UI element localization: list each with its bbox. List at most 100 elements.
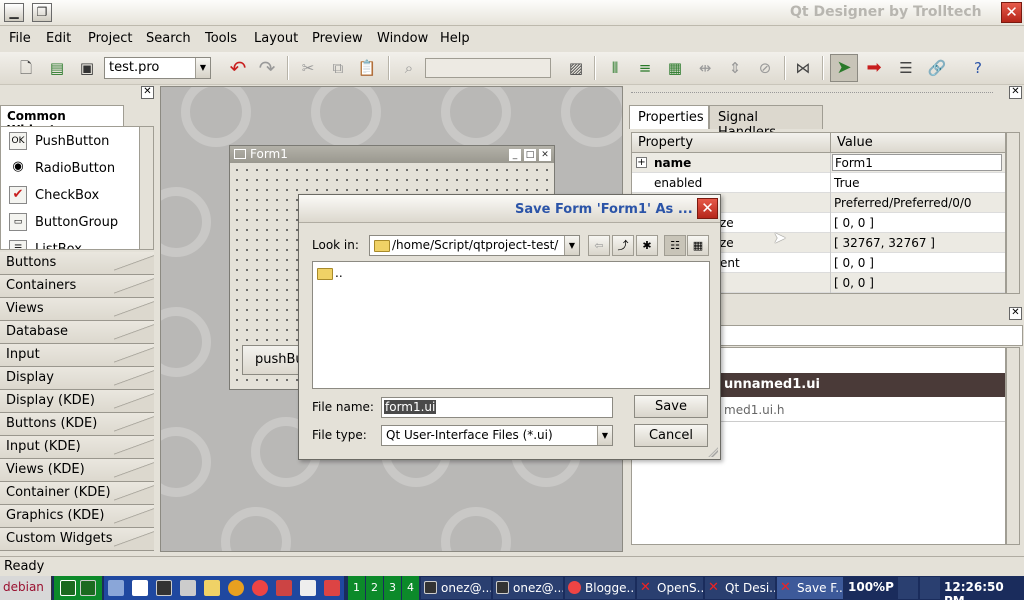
desktop-2[interactable]: 2 — [366, 576, 383, 600]
widget-radiobutton[interactable]: ◉ RadioButton — [9, 157, 115, 179]
files-scrollbar[interactable] — [1006, 347, 1020, 545]
list-view-icon[interactable]: ☷ — [664, 235, 686, 256]
save-button[interactable]: Save — [634, 395, 708, 418]
file-name-input[interactable]: form1.ui — [381, 397, 613, 418]
hspacer-icon[interactable]: ⇹ — [693, 56, 717, 80]
new-file-icon[interactable]: 🗋 — [14, 56, 38, 80]
media-icon[interactable] — [228, 580, 244, 596]
preview-icon[interactable]: ▨ — [564, 56, 588, 80]
menu-file[interactable]: File — [9, 31, 31, 46]
column-header-value[interactable]: Value — [831, 133, 1005, 153]
expand-icon[interactable]: + — [636, 157, 647, 168]
layout-vertical-icon[interactable]: ≡ — [633, 56, 657, 80]
category-display-kde[interactable]: Display (KDE) — [0, 390, 154, 413]
file-type-combo[interactable]: Qt User-Interface Files (*.ui) ▼ — [381, 425, 613, 446]
category-input[interactable]: Input — [0, 344, 154, 367]
start-menu-button[interactable]: debian — [0, 576, 52, 600]
menu-layout[interactable]: Layout — [254, 31, 298, 46]
property-row[interactable]: + name Form1 — [632, 153, 1005, 173]
tab-properties[interactable]: Properties — [629, 105, 709, 129]
close-icon[interactable]: ✕ — [1009, 86, 1022, 99]
category-views[interactable]: Views — [0, 298, 154, 321]
menu-preview[interactable]: Preview — [312, 31, 363, 46]
minimize-icon[interactable]: ▁ — [4, 3, 24, 22]
cancel-button[interactable]: Cancel — [634, 424, 708, 447]
category-buttons-kde[interactable]: Buttons (KDE) — [0, 413, 154, 436]
editor-icon[interactable] — [180, 580, 196, 596]
menu-window[interactable]: Window — [377, 31, 428, 46]
close-window-button[interactable]: ✕ — [1001, 2, 1022, 23]
show-desktop-icon[interactable] — [80, 580, 96, 596]
close-icon[interactable]: ✕ — [141, 86, 154, 99]
property-row[interactable]: enabled True — [632, 173, 1005, 193]
parent-directory-icon[interactable]: ⤴ — [612, 235, 634, 256]
computer-icon[interactable] — [108, 580, 124, 596]
open-file-icon[interactable]: ▤ — [45, 56, 69, 80]
connect-icon[interactable]: ➡ — [862, 56, 886, 80]
close-icon[interactable]: ✕ — [539, 149, 551, 161]
notes-icon[interactable] — [300, 580, 316, 596]
column-header-property[interactable]: Property — [632, 133, 831, 153]
close-icon[interactable]: ✕ — [1009, 307, 1022, 320]
dialog-titlebar[interactable]: Save Form 'Form1' As ... ✕ — [299, 195, 720, 223]
clock[interactable]: 12:26:50 PM — [944, 580, 1024, 600]
restore-icon[interactable]: ❐ — [32, 3, 52, 22]
project-combo[interactable]: test.pro ▼ — [104, 57, 211, 79]
window-icon[interactable] — [132, 580, 148, 596]
tab-signal-handlers[interactable]: Signal Handlers — [709, 105, 823, 140]
menu-tools[interactable]: Tools — [205, 31, 237, 46]
widget-buttongroup[interactable]: ▭ ButtonGroup — [9, 211, 118, 233]
category-database[interactable]: Database — [0, 321, 154, 344]
cut-icon[interactable]: ✂ — [296, 56, 320, 80]
menu-edit[interactable]: Edit — [46, 31, 71, 46]
find-icon[interactable]: ⌕ — [397, 56, 421, 80]
common-widgets-scrollbar[interactable] — [139, 127, 153, 249]
layout-horizontal-icon[interactable]: ⦀ — [603, 56, 627, 80]
widget-listbox[interactable]: ☰ ListBox — [9, 238, 82, 249]
buddy-icon[interactable]: 🔗 — [925, 56, 949, 80]
paste-icon[interactable]: 📋 — [355, 56, 379, 80]
category-input-kde[interactable]: Input (KDE) — [0, 436, 154, 459]
category-buttons[interactable]: Buttons — [0, 252, 154, 275]
new-folder-icon[interactable]: ✱ — [636, 235, 658, 256]
desktop-4[interactable]: 4 — [402, 576, 419, 600]
category-display[interactable]: Display — [0, 367, 154, 390]
maximize-icon[interactable]: □ — [524, 149, 536, 161]
resize-grip[interactable] — [708, 447, 718, 457]
minimize-icon[interactable]: _ — [509, 149, 521, 161]
back-icon[interactable]: ⇦ — [588, 235, 610, 256]
terminal-icon[interactable] — [60, 580, 76, 596]
category-containers[interactable]: Containers — [0, 275, 154, 298]
property-value-input[interactable]: Form1 — [832, 154, 1002, 171]
menu-project[interactable]: Project — [88, 31, 132, 46]
widget-pushbutton[interactable]: OK PushButton — [9, 130, 109, 152]
tool-icon[interactable] — [324, 580, 340, 596]
task-terminal-1[interactable]: onez@... — [421, 577, 491, 599]
whats-this-icon[interactable]: ? — [966, 56, 990, 80]
app-icon[interactable] — [276, 580, 292, 596]
task-terminal-2[interactable]: onez@... — [493, 577, 563, 599]
redo-icon[interactable]: ↷ — [255, 56, 279, 80]
layout-grid-icon[interactable]: ▦ — [663, 56, 687, 80]
file-browser-view[interactable]: .. — [312, 261, 710, 389]
desktop-1[interactable]: 1 — [348, 576, 365, 600]
widget-checkbox[interactable]: ✔ CheckBox — [9, 184, 99, 206]
tab-order-icon[interactable]: ☰ — [894, 56, 918, 80]
properties-scrollbar[interactable] — [1006, 132, 1020, 294]
save-file-icon[interactable]: ▣ — [75, 56, 99, 80]
tab-common-widgets[interactable]: Common Widgets — [0, 105, 124, 137]
browser-icon[interactable] — [252, 580, 268, 596]
vspacer-icon[interactable]: ⇕ — [723, 56, 747, 80]
detail-view-icon[interactable]: ▦ — [687, 235, 709, 256]
desktop-3[interactable]: 3 — [384, 576, 401, 600]
category-graphics-kde[interactable]: Graphics (KDE) — [0, 505, 154, 528]
copy-icon[interactable]: ⧉ — [326, 56, 350, 80]
task-browser[interactable]: Blogge... — [565, 577, 635, 599]
menu-help[interactable]: Help — [440, 31, 470, 46]
task-qt-designer[interactable]: ✕ Qt Desi... — [705, 577, 775, 599]
parent-directory-entry[interactable]: .. — [335, 266, 343, 280]
category-views-kde[interactable]: Views (KDE) — [0, 459, 154, 482]
look-in-combo[interactable]: /home/Script/qtproject-test/ ▼ — [369, 235, 580, 256]
console-icon[interactable] — [156, 580, 172, 596]
undo-icon[interactable]: ↶ — [226, 56, 250, 80]
